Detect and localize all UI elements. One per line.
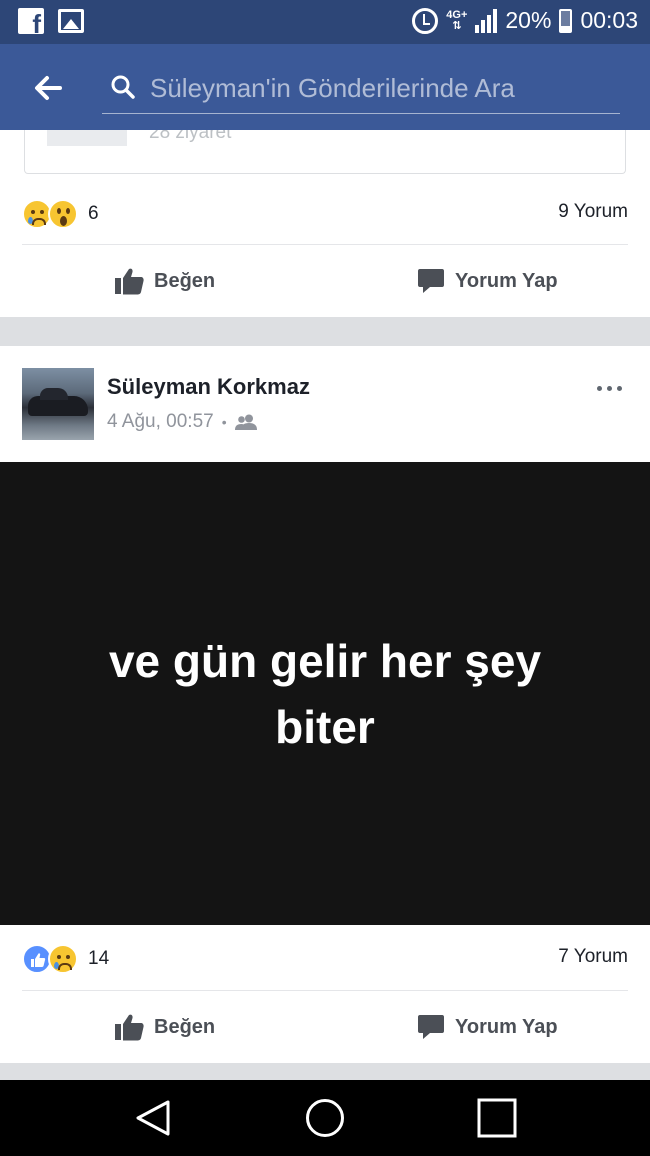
- post-timestamp[interactable]: 4 Ağu, 00:57: [107, 411, 214, 433]
- reaction-summary[interactable]: 14 7 Yorum: [0, 927, 650, 989]
- network-4g-icon: 4G+ ⇅: [446, 8, 468, 32]
- wow-reaction-icon: [48, 199, 78, 229]
- meta-separator: •: [221, 414, 227, 430]
- avatar[interactable]: [22, 368, 94, 440]
- post-text: ve gün gelir her şey biter: [108, 634, 542, 753]
- navigation-bar: [0, 1080, 650, 1156]
- alarm-icon: [412, 7, 439, 34]
- like-button[interactable]: Beğen: [114, 245, 215, 317]
- like-label: Beğen: [154, 1015, 216, 1038]
- reaction-count: 6: [88, 203, 99, 224]
- gallery-icon: [58, 9, 84, 33]
- comment-button[interactable]: Yorum Yap: [417, 991, 558, 1063]
- comment-label: Yorum Yap: [455, 1015, 558, 1038]
- thumbs-up-icon: [115, 1014, 144, 1041]
- clock: 00:03: [580, 7, 638, 33]
- comment-label: Yorum Yap: [455, 269, 558, 292]
- comment-count[interactable]: 7 Yorum: [558, 946, 628, 968]
- back-triangle-icon[interactable]: [134, 1098, 174, 1138]
- battery-percent: 20%: [505, 7, 552, 33]
- search-icon: [110, 74, 136, 100]
- signal-icon: [475, 8, 498, 33]
- author-name[interactable]: Süleyman Korkmaz: [107, 374, 310, 400]
- comment-button[interactable]: Yorum Yap: [417, 245, 558, 317]
- home-circle-icon[interactable]: [305, 1098, 345, 1138]
- recents-square-icon[interactable]: [477, 1098, 517, 1138]
- post-meta: 4 Ağu, 00:57 •: [107, 411, 257, 433]
- comment-icon: [418, 1015, 444, 1039]
- more-options-icon[interactable]: [592, 378, 626, 398]
- friends-icon: [234, 414, 257, 430]
- search-bar[interactable]: [102, 66, 620, 114]
- post-actions: Beğen Yorum Yap: [0, 245, 650, 317]
- comment-icon: [418, 269, 444, 293]
- feed-separator: [0, 317, 650, 346]
- feed-separator: [0, 1063, 650, 1080]
- network-label: 4G+: [446, 8, 468, 21]
- status-bar: f 4G+ ⇅ 20% 00:03: [0, 0, 650, 44]
- facebook-icon: f: [18, 8, 44, 37]
- reaction-count: 14: [88, 948, 110, 969]
- app-header: [0, 44, 650, 130]
- like-label: Beğen: [154, 269, 216, 292]
- arrow-left-icon[interactable]: [30, 70, 66, 106]
- post-actions: Beğen Yorum Yap: [0, 991, 650, 1063]
- thumbs-up-icon: [115, 268, 144, 295]
- reaction-summary[interactable]: 6 9 Yorum: [0, 182, 650, 244]
- like-button[interactable]: Beğen: [114, 991, 215, 1063]
- link-thumbnail: [47, 128, 127, 146]
- sad-reaction-icon: [48, 944, 78, 974]
- comment-count[interactable]: 9 Yorum: [558, 201, 628, 223]
- search-input[interactable]: [150, 68, 610, 108]
- battery-icon: [559, 8, 573, 33]
- text-post[interactable]: ve gün gelir her şey biter: [0, 462, 650, 925]
